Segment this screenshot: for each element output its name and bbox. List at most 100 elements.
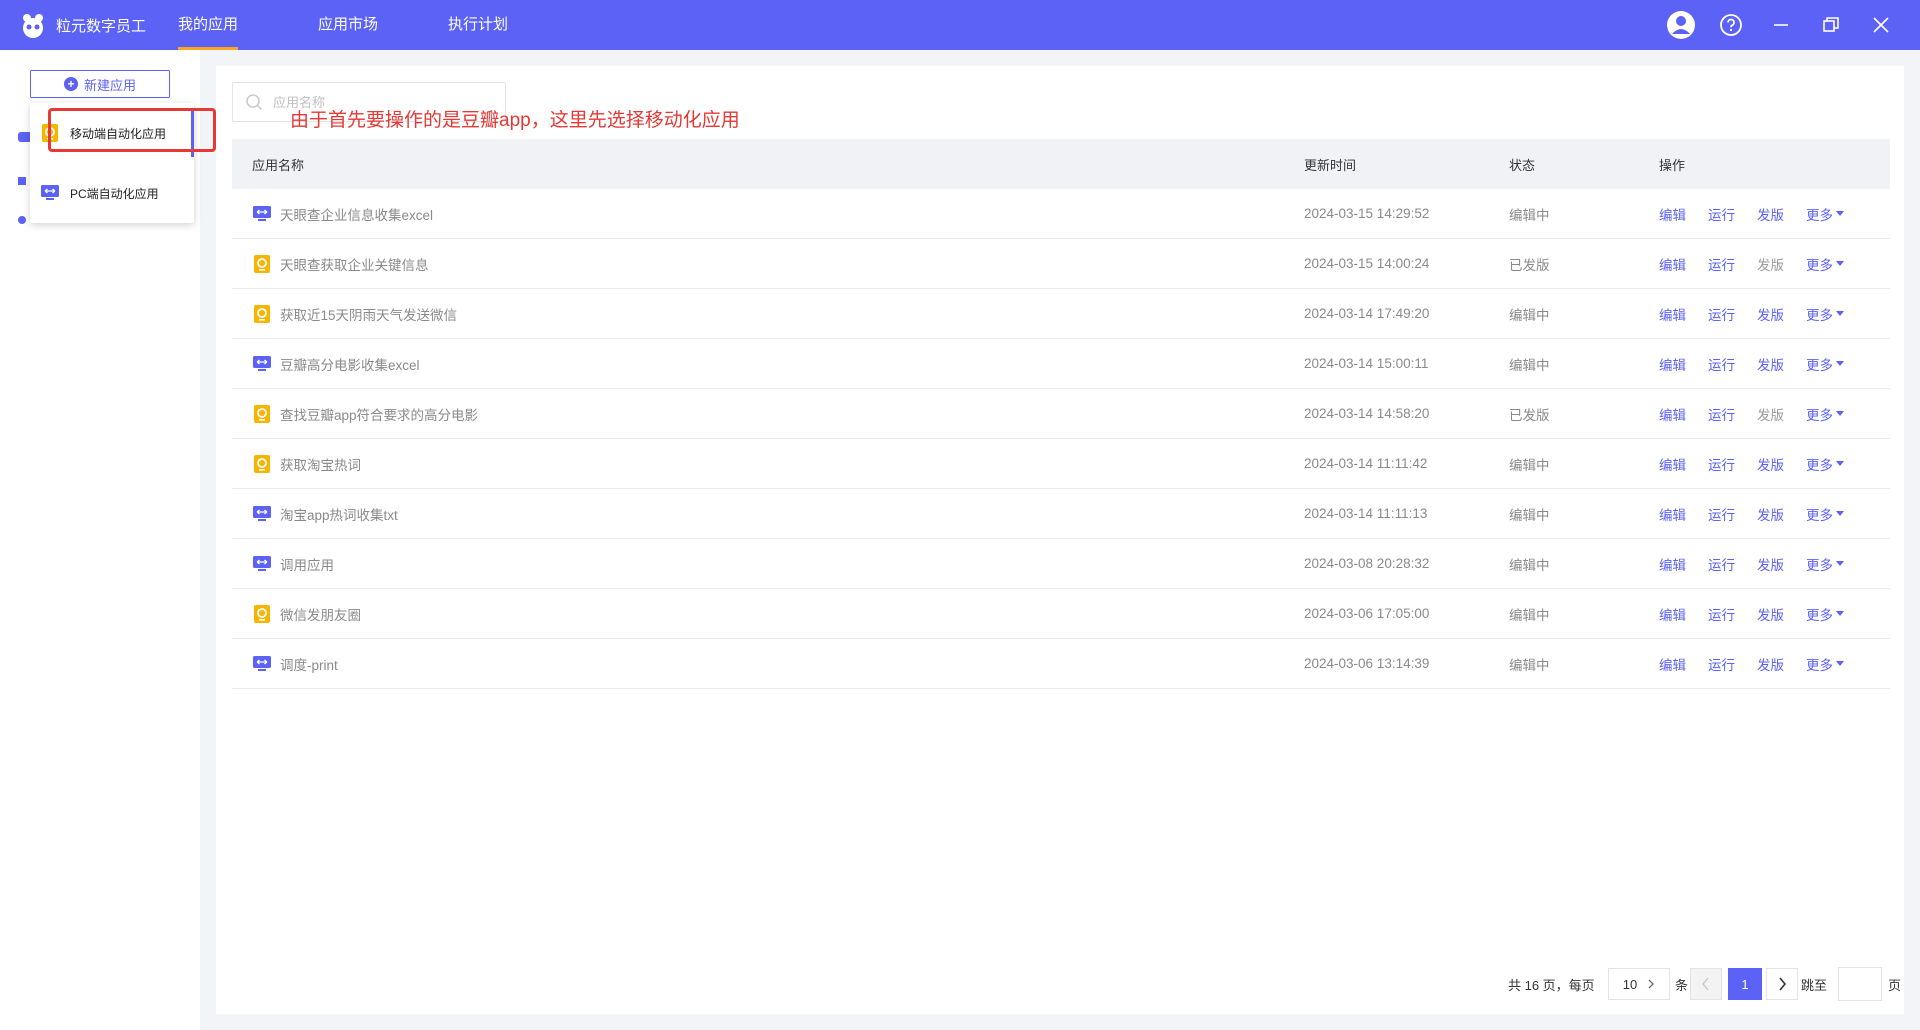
table-row: 天眼查企业信息收集excel 2024-03-15 14:29:52 编辑中 编辑 运行…: [232, 189, 1890, 239]
menu-item-pc-label: PC端自动化应用: [70, 186, 159, 201]
app-name-cell[interactable]: 豆瓣高分电影收集excel: [232, 354, 1304, 374]
more-button[interactable]: 更多: [1806, 654, 1844, 674]
run-button[interactable]: 运行: [1708, 354, 1735, 374]
menu-item-mobile-app[interactable]: 移动端自动化应用: [30, 109, 194, 157]
edit-button[interactable]: 编辑: [1659, 204, 1686, 224]
app-name-cell[interactable]: 获取淘宝热词: [232, 454, 1304, 474]
app-name-text: 豆瓣高分电影收集excel: [280, 357, 420, 373]
publish-button[interactable]: 发版: [1757, 304, 1784, 324]
more-button[interactable]: 更多: [1806, 304, 1844, 324]
more-button[interactable]: 更多: [1806, 554, 1844, 574]
app-name-cell[interactable]: 天眼查获取企业关键信息: [232, 254, 1304, 274]
page-button-current[interactable]: 1: [1728, 968, 1762, 1000]
run-button[interactable]: 运行: [1708, 604, 1735, 624]
caret-down-icon: [1836, 611, 1844, 616]
app-name-text: 天眼查获取企业关键信息: [280, 257, 429, 273]
run-button[interactable]: 运行: [1708, 454, 1735, 474]
edit-button[interactable]: 编辑: [1659, 404, 1686, 424]
app-name-cell[interactable]: 查找豆瓣app符合要求的高分电影: [232, 404, 1304, 424]
app-name-cell[interactable]: 天眼查企业信息收集excel: [232, 204, 1304, 224]
edit-button[interactable]: 编辑: [1659, 454, 1686, 474]
update-time-cell: 2024-03-08 20:28:32: [1304, 556, 1430, 571]
publish-button[interactable]: 发版: [1757, 654, 1784, 674]
ops-cell: 编辑 运行 发版 更多: [1659, 404, 1890, 424]
apps-table: 应用名称 更新时间 状态 操作 天眼查企业信息收集excel 2024-03-15…: [232, 139, 1890, 689]
more-button[interactable]: 更多: [1806, 504, 1844, 524]
more-button[interactable]: 更多: [1806, 454, 1844, 474]
update-time-cell: 2024-03-15 14:00:24: [1304, 256, 1430, 271]
mobile-app-icon: [254, 254, 270, 273]
edit-button[interactable]: 编辑: [1659, 354, 1686, 374]
more-label: 更多: [1806, 407, 1833, 423]
edit-button[interactable]: 编辑: [1659, 654, 1686, 674]
sidebar-dot-icon: [18, 216, 26, 224]
chevron-right-icon: [1648, 979, 1655, 989]
run-button[interactable]: 运行: [1708, 504, 1735, 524]
close-icon[interactable]: [1866, 10, 1896, 40]
caret-down-icon: [1836, 261, 1844, 266]
run-button[interactable]: 运行: [1708, 554, 1735, 574]
more-button[interactable]: 更多: [1806, 404, 1844, 424]
status-cell: 编辑中: [1509, 607, 1550, 623]
app-name-cell[interactable]: 微信发朋友圈: [232, 604, 1304, 624]
publish-button[interactable]: 发版: [1757, 254, 1784, 274]
edit-button[interactable]: 编辑: [1659, 254, 1686, 274]
run-button[interactable]: 运行: [1708, 204, 1735, 224]
more-button[interactable]: 更多: [1806, 604, 1844, 624]
publish-button[interactable]: 发版: [1757, 354, 1784, 374]
table-header: 应用名称 更新时间 状态 操作: [232, 139, 1890, 189]
chevron-left-icon: [1702, 977, 1709, 991]
publish-button[interactable]: 发版: [1757, 404, 1784, 424]
edit-button[interactable]: 编辑: [1659, 604, 1686, 624]
tab-app-market[interactable]: 应用市场: [318, 0, 378, 50]
app-logo: 粒元数字员工: [18, 10, 146, 40]
publish-button[interactable]: 发版: [1757, 454, 1784, 474]
app-name-text: 天眼查企业信息收集excel: [280, 207, 434, 223]
edit-button[interactable]: 编辑: [1659, 554, 1686, 574]
col-ops-header: 操作: [1659, 157, 1686, 173]
app-name-text: 微信发朋友圈: [280, 607, 361, 623]
publish-button[interactable]: 发版: [1757, 204, 1784, 224]
pc-app-icon: [253, 655, 271, 671]
restore-icon[interactable]: [1816, 10, 1846, 40]
more-label: 更多: [1806, 457, 1833, 473]
prev-page-button[interactable]: [1690, 968, 1722, 1000]
app-name-cell[interactable]: 获取近15天阴雨天气发送微信: [232, 304, 1304, 324]
table-row: 查找豆瓣app符合要求的高分电影 2024-03-14 14:58:20 已发版 编辑…: [232, 389, 1890, 439]
update-time-cell: 2024-03-14 17:49:20: [1304, 306, 1430, 321]
minimize-icon[interactable]: [1766, 10, 1796, 40]
search-icon: [246, 94, 263, 111]
run-button[interactable]: 运行: [1708, 654, 1735, 674]
tab-execution-plan[interactable]: 执行计划: [448, 0, 508, 50]
user-avatar-icon[interactable]: [1666, 10, 1696, 40]
edit-button[interactable]: 编辑: [1659, 504, 1686, 524]
more-button[interactable]: 更多: [1806, 204, 1844, 224]
more-label: 更多: [1806, 257, 1833, 273]
new-app-button[interactable]: + 新建应用: [30, 70, 170, 98]
publish-button[interactable]: 发版: [1757, 504, 1784, 524]
run-button[interactable]: 运行: [1708, 304, 1735, 324]
caret-down-icon: [1836, 561, 1844, 566]
more-button[interactable]: 更多: [1806, 354, 1844, 374]
edit-button[interactable]: 编辑: [1659, 304, 1686, 324]
page-size-select[interactable]: 10: [1608, 968, 1670, 1000]
tab-my-apps[interactable]: 我的应用: [178, 0, 238, 50]
publish-button[interactable]: 发版: [1757, 604, 1784, 624]
ops-cell: 编辑 运行 发版 更多: [1659, 254, 1890, 274]
jump-page-input[interactable]: [1838, 967, 1882, 1001]
help-icon[interactable]: [1716, 10, 1746, 40]
status-cell: 编辑中: [1509, 507, 1550, 523]
app-name-cell[interactable]: 调用应用: [232, 554, 1304, 574]
status-cell: 已发版: [1509, 257, 1550, 273]
more-label: 更多: [1806, 507, 1833, 523]
app-name-cell[interactable]: 调度-print: [232, 654, 1304, 674]
run-button[interactable]: 运行: [1708, 404, 1735, 424]
more-button[interactable]: 更多: [1806, 254, 1844, 274]
pc-app-icon: [253, 355, 271, 371]
app-name-cell[interactable]: 淘宝app热词收集txt: [232, 504, 1304, 524]
next-page-button[interactable]: [1766, 968, 1798, 1000]
ops-cell: 编辑 运行 发版 更多: [1659, 454, 1890, 474]
menu-item-pc-app[interactable]: PC端自动化应用: [30, 169, 194, 217]
publish-button[interactable]: 发版: [1757, 554, 1784, 574]
run-button[interactable]: 运行: [1708, 254, 1735, 274]
